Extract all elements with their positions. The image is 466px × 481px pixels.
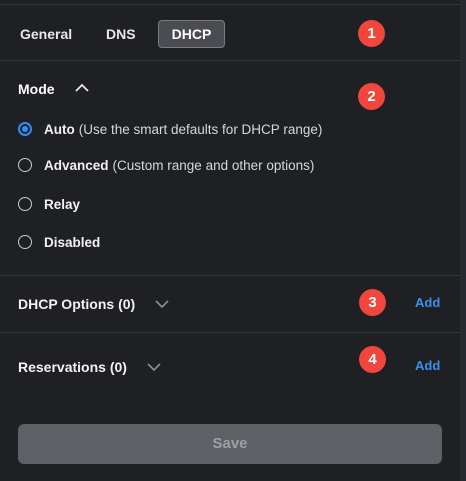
section-divider — [0, 275, 460, 276]
annotation-badge-4: 4 — [359, 346, 386, 373]
reservations-add-link[interactable]: Add — [415, 358, 440, 373]
section-divider — [0, 332, 460, 333]
chevron-down-icon[interactable] — [155, 299, 169, 309]
mode-option-auto[interactable]: Auto (Use the smart defaults for DHCP ra… — [18, 119, 322, 139]
dhcp-options-add-link[interactable]: Add — [415, 295, 440, 310]
annotation-badge-2: 2 — [358, 83, 385, 110]
radio-disabled[interactable] — [18, 235, 32, 249]
reservations-title[interactable]: Reservations (0) — [18, 359, 127, 375]
chevron-up-icon[interactable] — [75, 83, 89, 93]
radio-auto-label: Auto — [44, 121, 75, 137]
radio-relay[interactable] — [18, 197, 32, 211]
chevron-down-icon[interactable] — [147, 362, 161, 372]
tab-bar: General DNS DHCP — [0, 4, 460, 61]
dhcp-options-title[interactable]: DHCP Options (0) — [18, 296, 135, 312]
radio-auto[interactable] — [18, 122, 32, 136]
annotation-badge-1: 1 — [358, 20, 385, 47]
radio-disabled-label: Disabled — [44, 234, 101, 250]
annotation-badge-3: 3 — [359, 289, 386, 316]
radio-relay-label: Relay — [44, 196, 81, 212]
save-button[interactable]: Save — [18, 424, 442, 464]
tab-general[interactable]: General — [20, 20, 72, 48]
mode-option-advanced[interactable]: Advanced (Custom range and other options… — [18, 155, 314, 175]
mode-option-relay[interactable]: Relay — [18, 194, 80, 214]
radio-advanced[interactable] — [18, 158, 32, 172]
tab-dhcp[interactable]: DHCP — [158, 20, 225, 48]
radio-auto-desc: (Use the smart defaults for DHCP range) — [78, 121, 323, 137]
radio-advanced-desc: (Custom range and other options) — [112, 157, 315, 173]
tab-dns[interactable]: DNS — [106, 20, 136, 48]
radio-advanced-label: Advanced — [44, 157, 109, 173]
mode-option-disabled[interactable]: Disabled — [18, 232, 100, 252]
mode-section-title[interactable]: Mode — [18, 81, 55, 97]
scrollbar-track[interactable] — [460, 0, 466, 481]
